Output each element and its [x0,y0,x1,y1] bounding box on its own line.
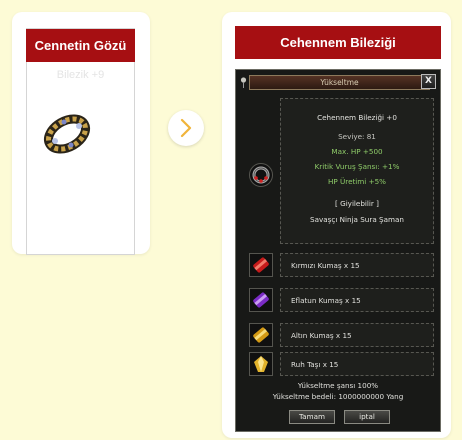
target-item-title: Cehennem Bileziği [235,26,441,59]
material-label: Altın Kumaş x 15 [291,331,352,340]
source-item-subtitle: Bilezik +9 [56,69,105,81]
result-item-slot[interactable] [249,163,273,187]
upgrade-cost: Yükseltme bedeli: 1000000000 Yang [272,392,404,401]
bracelet-icon [252,166,270,184]
purple-cloth-icon [253,292,269,308]
material-slot[interactable] [249,323,273,347]
material-row: Altın Kumaş x 15 [280,323,434,347]
item-name: Cehennem Bileziği +0 [317,113,397,122]
bracelet-icon [44,114,90,154]
close-button[interactable]: X [421,74,436,89]
upgrade-window: Yükseltme X Cehennem Bileziği +0 Seviye:… [235,69,441,432]
red-cloth-icon [253,257,269,273]
material-slot[interactable] [249,288,273,312]
upgrade-chance: Yükseltme şansı 100% [297,381,379,390]
gold-cloth-icon [253,327,269,343]
material-row: Ruh Taşı x 15 [280,352,434,376]
item-info-panel: Cehennem Bileziği +0 Seviye: 81 Max. HP … [280,98,434,244]
material-slot[interactable] [249,352,273,376]
chevron-right-icon [180,118,192,138]
item-level: Seviye: 81 [338,132,376,141]
cancel-button[interactable]: iptal [344,410,390,424]
class-list: Savaşçı Ninja Sura Şaman [310,215,404,224]
soul-stone-icon [254,356,268,372]
material-row: Kırmızı Kumaş x 15 [280,253,434,277]
item-stat-crit: Kritik Vuruş Şansı: +1% [314,162,400,171]
item-stat-hp: Max. HP +500 [331,147,383,156]
material-slot[interactable] [249,253,273,277]
arrow-button[interactable] [168,110,204,146]
material-label: Eflatun Kumaş x 15 [291,296,361,305]
material-label: Kırmızı Kumaş x 15 [291,261,360,270]
material-row: Eflatun Kumaş x 15 [280,288,434,312]
material-label: Ruh Taşı x 15 [291,360,339,369]
source-item-card: Cennetin Gözü Bilezik +9 [12,12,150,255]
window-caption[interactable]: Yükseltme [249,75,430,90]
ok-button[interactable]: Tamam [289,410,335,424]
item-stat-hp-regen: HP Üretimi +5% [327,177,387,186]
source-item-title: Cennetin Gözü [26,29,135,62]
wearable-label: [ Giyilebilir ] [335,199,379,208]
pin-icon [240,77,247,88]
target-item-card: Cehennem Bileziği Yükseltme X Cehennem B… [222,12,451,438]
